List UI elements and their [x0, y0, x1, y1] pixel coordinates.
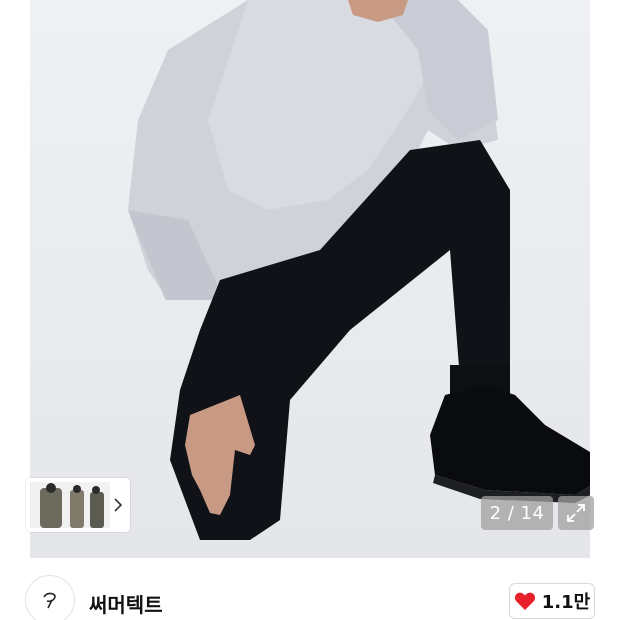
like-button[interactable]: 1.1만 [509, 583, 595, 619]
image-counter: 2 / 14 [481, 496, 553, 530]
shoe-illustration [430, 385, 590, 503]
expand-button[interactable] [558, 496, 594, 530]
product-page: 2 / 14 써머텍트 1.1만 [0, 0, 620, 620]
hand-illustration [185, 395, 255, 515]
hand-top-illustration [348, 0, 408, 22]
thumbnail-models-illustration [30, 482, 110, 528]
product-gallery[interactable]: 2 / 14 [0, 0, 620, 558]
product-photo[interactable] [30, 0, 590, 558]
brand-bar: 써머텍트 1.1만 [0, 558, 620, 620]
thumbnail-next-button[interactable] [110, 482, 126, 528]
thumbnail-strip[interactable] [26, 478, 130, 532]
brand-logo-icon [43, 592, 56, 609]
like-count: 1.1만 [541, 592, 591, 613]
brand-name[interactable]: 써머텍트 [89, 589, 163, 618]
heart-icon [514, 592, 535, 610]
chevron-right-icon [114, 498, 123, 512]
thumbnail-image[interactable] [30, 482, 110, 528]
brand-logo[interactable] [25, 575, 75, 620]
expand-icon [567, 504, 585, 522]
